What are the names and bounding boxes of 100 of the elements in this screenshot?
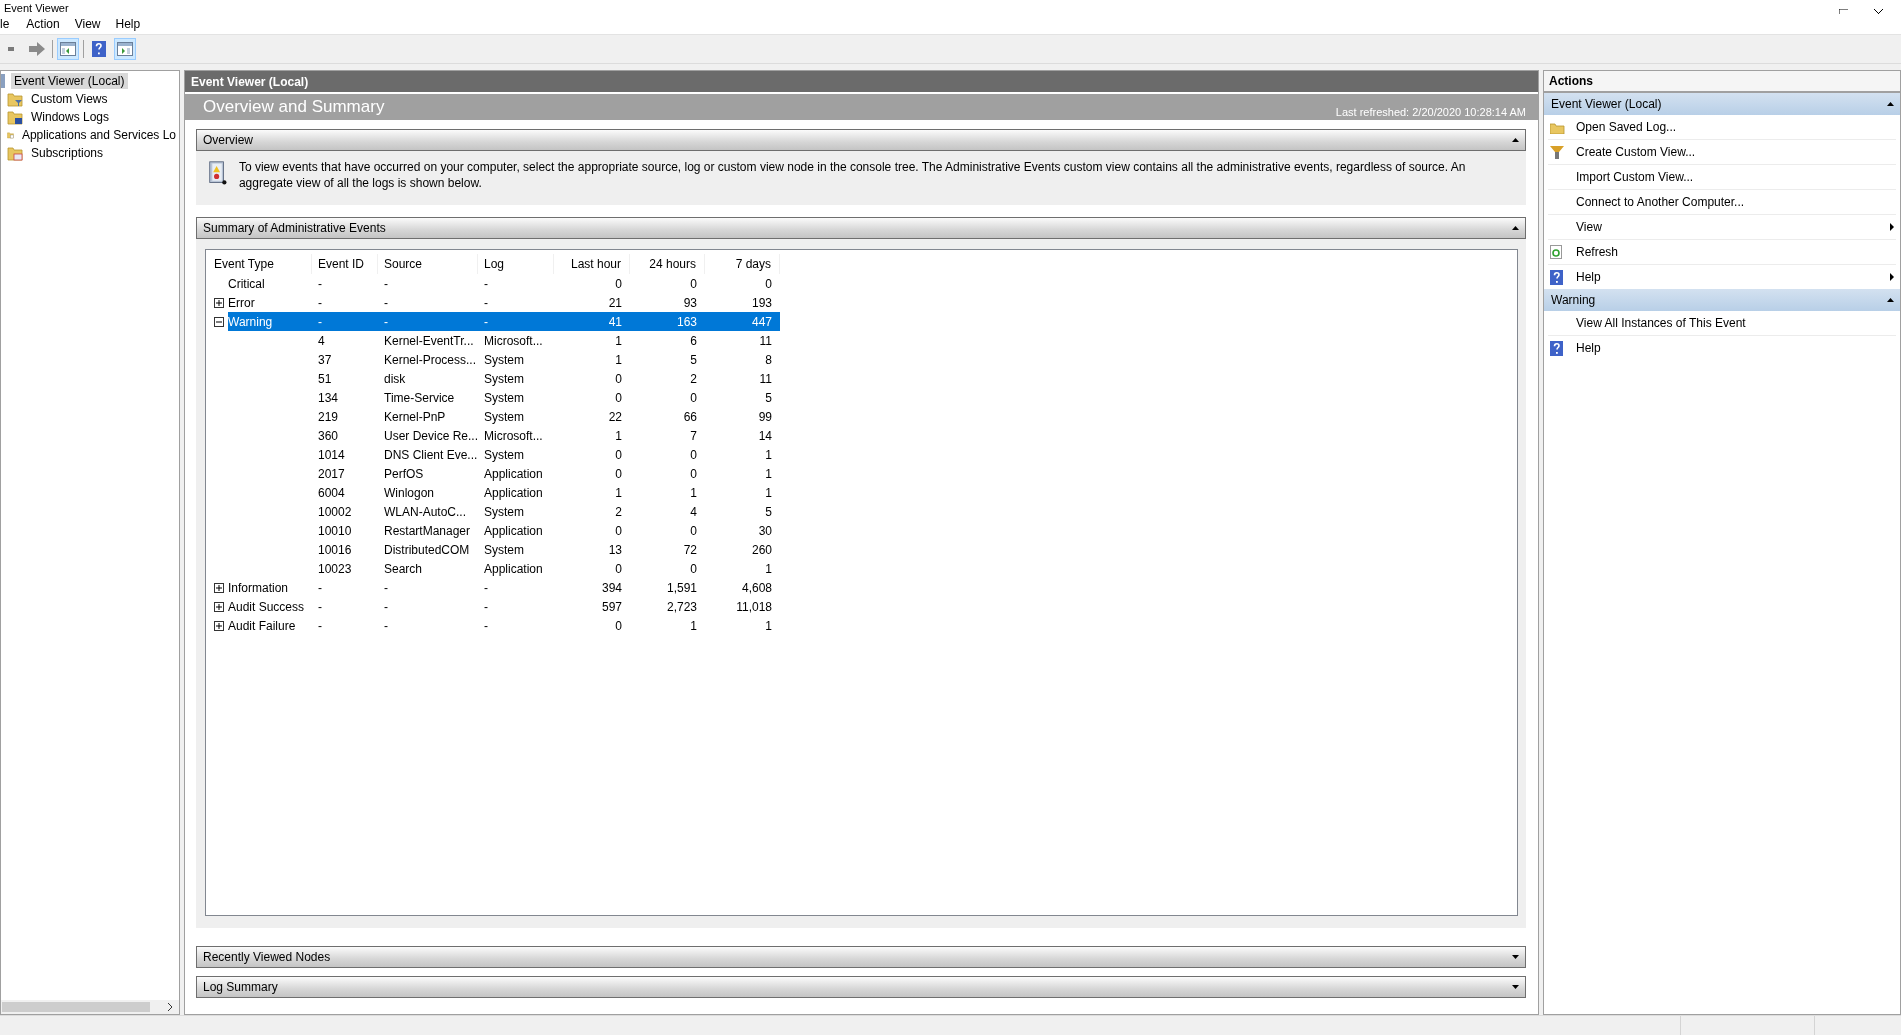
last-refreshed: Last refreshed: 2/20/2020 10:28:14 AM (1335, 106, 1526, 120)
menu-item[interactable]: View (74, 17, 110, 31)
table-row[interactable]: 134 Time-Service System 0 0 5 (208, 388, 780, 407)
collapse-arrow-icon[interactable] (1887, 102, 1894, 106)
table-cell-text: 37 (317, 352, 333, 367)
table-cell-text: Application (483, 561, 544, 576)
column-header[interactable]: 24 hours (630, 254, 705, 274)
collapse-icon[interactable] (214, 316, 224, 327)
action-link[interactable]: Refresh (1576, 245, 1894, 259)
table-cell-text: 1 (614, 352, 623, 367)
tree-item[interactable]: Applications and Services Lo (18, 127, 179, 143)
table-row[interactable]: 10002 WLAN-AutoC... System 2 4 5 (208, 502, 780, 521)
table-cell: Information (228, 580, 289, 595)
table-row[interactable]: 51 disk System 0 2 11 (208, 369, 780, 388)
table-row[interactable]: Audit Failure - - - 0 1 1 (208, 616, 780, 635)
action-link[interactable]: Import Custom View... (1576, 170, 1894, 184)
column-header[interactable]: Event Type (208, 254, 312, 274)
menu-item[interactable]: le (0, 17, 19, 31)
table-cell-text: - (383, 580, 389, 595)
table-cell-text: 1 (689, 618, 698, 633)
table-cell-text: 22 (607, 409, 623, 424)
table-cell-text: Kernel-Process... (383, 352, 478, 367)
table-row[interactable]: Critical - - - 0 0 0 (208, 274, 780, 293)
action-link[interactable]: View All Instances of This Event (1576, 316, 1894, 330)
toolbar-button[interactable] (114, 38, 136, 60)
column-header[interactable]: 7 days (705, 254, 780, 274)
table-cell-text: Application (483, 485, 544, 500)
action-link[interactable]: Connect to Another Computer... (1576, 195, 1894, 209)
toolbar-button[interactable] (57, 38, 79, 60)
table-cell-text: - (383, 295, 389, 310)
collapse-arrow-icon[interactable] (1512, 138, 1519, 142)
menu-item[interactable]: Help (115, 17, 150, 31)
section-title: Event Viewer (Local) (1551, 97, 1662, 111)
collapse-arrow-icon[interactable] (1887, 298, 1894, 302)
table-row[interactable]: 1014 DNS Client Eve... System 0 0 1 (208, 445, 780, 464)
expand-icon[interactable] (214, 582, 224, 593)
table-cell-text: Winlogon (383, 485, 436, 500)
action-link[interactable]: Help (1576, 270, 1890, 284)
table-cell-text: System (483, 504, 525, 519)
section-header[interactable]: Overview (196, 129, 1526, 151)
section-header[interactable]: Recently Viewed Nodes (196, 946, 1526, 968)
table-cell-text: 14 (757, 428, 773, 443)
table-cell-text: - (483, 314, 489, 329)
expand-icon[interactable] (214, 297, 224, 308)
scrollbar[interactable] (1, 1000, 179, 1014)
action-link[interactable]: Create Custom View... (1576, 145, 1894, 159)
action-link[interactable]: Help (1576, 341, 1894, 355)
tree-item[interactable]: Custom Views (28, 91, 111, 107)
tree-item[interactable]: Windows Logs (28, 109, 113, 125)
table-row[interactable]: 219 Kernel-PnP System 22 66 99 (208, 407, 780, 426)
table-cell-text: 1 (614, 333, 623, 348)
table-cell-text: Microsoft... (483, 333, 544, 348)
table-row[interactable]: 2017 PerfOS Application 0 0 1 (208, 464, 780, 483)
table-cell-text: 193 (750, 295, 773, 310)
collapse-arrow-icon[interactable] (1512, 226, 1519, 230)
tree-item[interactable]: Event Viewer (Local) (11, 73, 128, 89)
table-cell: Critical (228, 276, 265, 291)
table-cell-text: 0 (614, 276, 623, 291)
table-cell-text: Microsoft... (483, 428, 544, 443)
table-cell-text: 1 (764, 561, 773, 576)
table-row[interactable]: 10023 Search Application 0 0 1 (208, 559, 780, 578)
table-cell-text: 30 (757, 523, 773, 538)
expand-icon[interactable] (214, 601, 224, 612)
table-cell-text: 163 (675, 314, 698, 329)
column-header[interactable]: Event ID (312, 254, 378, 274)
table-row[interactable]: 37 Kernel-Process... System 1 5 8 (208, 350, 780, 369)
expand-arrow-icon[interactable] (1512, 985, 1519, 989)
table-row[interactable]: 10016 DistributedCOM System 13 72 260 (208, 540, 780, 559)
column-header[interactable]: Last hour (554, 254, 630, 274)
action-link[interactable]: Open Saved Log... (1576, 120, 1894, 134)
restore-icon[interactable] (1839, 9, 1848, 14)
window-title: Event Viewer (4, 3, 69, 14)
table-row[interactable]: 4 Kernel-EventTr... Microsoft... 1 6 11 (208, 331, 780, 350)
actions-section-header[interactable]: Warning (1544, 289, 1900, 311)
table-row[interactable]: 10010 RestartManager Application 0 0 30 (208, 521, 780, 540)
table-row[interactable]: 360 User Device Re... Microsoft... 1 7 14 (208, 426, 780, 445)
actions-section-header[interactable]: Event Viewer (Local) (1544, 93, 1900, 115)
table-cell-text: - (483, 295, 489, 310)
table-cell-text: - (317, 618, 323, 633)
table-cell-text: 1 (689, 485, 698, 500)
section-header[interactable]: Summary of Administrative Events (196, 217, 1526, 239)
expand-arrow-icon[interactable] (1512, 955, 1519, 959)
expand-icon[interactable] (214, 620, 224, 631)
column-header[interactable]: Source (378, 254, 478, 274)
table-row[interactable]: Error - - - 21 93 193 (208, 293, 780, 312)
section-header[interactable]: Log Summary (196, 976, 1526, 998)
menu-item[interactable]: Action (26, 17, 69, 31)
action-link[interactable]: View (1576, 220, 1890, 234)
column-header[interactable]: Log (478, 254, 554, 274)
table-cell-text: 10023 (317, 561, 353, 576)
table-row[interactable]: Audit Success - - - 597 2,723 11,018 (208, 597, 780, 616)
table-cell-text: - (383, 618, 389, 633)
table-row[interactable]: 6004 Winlogon Application 1 1 1 (208, 483, 780, 502)
refresh-icon (1550, 245, 1562, 259)
table-cell-text: 0 (614, 447, 623, 462)
tree-item[interactable]: Subscriptions (28, 145, 107, 161)
scroll-right-icon[interactable] (167, 1003, 173, 1011)
table-cell: Error (228, 295, 255, 310)
table-cell-text: 4 (689, 504, 698, 519)
table-row[interactable]: Information - - - 394 1,591 4,608 (208, 578, 780, 597)
